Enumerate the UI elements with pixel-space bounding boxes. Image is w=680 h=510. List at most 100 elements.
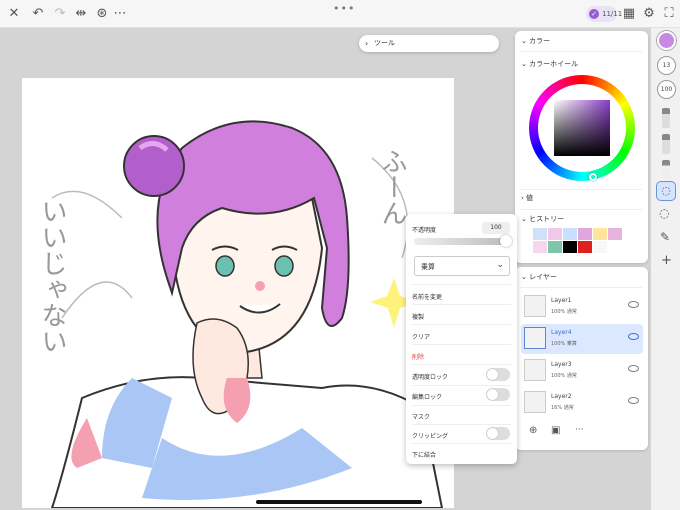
current-color-button[interactable] bbox=[657, 31, 676, 50]
layers-panel-title: レイヤー bbox=[529, 273, 557, 281]
add-folder-icon[interactable]: ▣ bbox=[551, 425, 560, 436]
close-icon[interactable]: ✕ bbox=[6, 6, 22, 22]
eyedropper-icon[interactable]: ✎ bbox=[660, 230, 670, 244]
clear-item[interactable]: クリア bbox=[412, 332, 430, 341]
color-wheel[interactable] bbox=[529, 75, 635, 181]
flip-icon[interactable]: ⇹ bbox=[73, 6, 89, 22]
edit-lock-item: 編集ロック bbox=[412, 394, 443, 401]
eye-icon[interactable] bbox=[628, 397, 639, 404]
merge-down-item[interactable]: 下に結合 bbox=[412, 450, 436, 459]
divider bbox=[412, 364, 511, 365]
filters-icon[interactable]: ⊛ bbox=[94, 6, 110, 22]
marker-tool-icon[interactable] bbox=[662, 134, 670, 154]
top-toolbar: ✕ ↶ ↷ ⇹ ⊛ ⋯ ••• ✓ 11/11 ▦ ⚙ ⛶ bbox=[0, 0, 680, 28]
clipping-toggle[interactable] bbox=[486, 427, 510, 440]
history-swatch[interactable] bbox=[563, 241, 577, 253]
page-badge[interactable]: ✓ 11/11 bbox=[586, 6, 622, 22]
history-swatch[interactable] bbox=[578, 228, 592, 240]
layers-panel: ⌄ レイヤー Layer1 100% 通常 Layer4 100% 乗算 Lay… bbox=[515, 267, 648, 450]
layer-row[interactable]: Layer3 100% 通常 bbox=[521, 356, 643, 386]
chevron-right-icon: › bbox=[365, 39, 369, 48]
layer-row-selected[interactable]: Layer4 100% 乗算 bbox=[521, 324, 643, 354]
eraser-tool-icon[interactable] bbox=[662, 160, 670, 178]
hue-knob[interactable] bbox=[589, 173, 597, 181]
values-title: 値 bbox=[526, 194, 534, 202]
home-indicator bbox=[256, 500, 422, 504]
add-layer-icon[interactable]: ⊕ bbox=[529, 425, 537, 436]
history-swatch[interactable] bbox=[533, 228, 547, 240]
eye-icon[interactable] bbox=[628, 365, 639, 372]
eye-icon[interactable] bbox=[628, 333, 639, 340]
divider bbox=[412, 344, 511, 345]
layers-more-button[interactable]: ··· bbox=[575, 425, 584, 435]
history-swatch[interactable] bbox=[593, 241, 607, 253]
vertical-text-1: ふーん bbox=[377, 148, 407, 226]
lasso-fill-icon[interactable]: ◌ bbox=[656, 181, 676, 201]
layer-name: Layer2 bbox=[551, 393, 572, 400]
drag-handle[interactable]: ••• bbox=[333, 2, 355, 15]
chevron-down-icon: ⌄ bbox=[496, 260, 504, 270]
eye-icon[interactable] bbox=[628, 301, 639, 308]
layers-panel-header[interactable]: ⌄ レイヤー bbox=[521, 272, 557, 282]
values-header[interactable]: › 値 bbox=[521, 193, 533, 203]
layer-meta: 16% 通常 bbox=[551, 405, 574, 411]
duplicate-item[interactable]: 複製 bbox=[412, 312, 424, 321]
clipping-item: クリッピング bbox=[412, 433, 449, 440]
divider bbox=[521, 209, 642, 210]
divider bbox=[412, 324, 511, 325]
history-swatch[interactable] bbox=[533, 241, 547, 253]
opacity-slider-thumb[interactable] bbox=[500, 235, 512, 247]
drawing-canvas[interactable]: ふーん いいじゃない bbox=[22, 78, 454, 508]
color-panel: ⌄ カラー ⌄ カラーホイール › 値 ⌄ ヒストリー bbox=[515, 31, 648, 263]
layer-name: Layer1 bbox=[551, 297, 572, 304]
history-swatch[interactable] bbox=[548, 241, 562, 253]
layer-meta: 100% 乗算 bbox=[551, 341, 577, 347]
alpha-lock-item: 透明度ロック bbox=[412, 374, 449, 381]
opacity-label: 不透明度 bbox=[412, 227, 437, 234]
pen-tool-icon[interactable] bbox=[662, 108, 670, 128]
layer-row[interactable]: Layer1 100% 通常 bbox=[521, 292, 643, 322]
layer-thumbnail bbox=[524, 327, 546, 349]
color-wheel-title: カラーホイール bbox=[529, 60, 579, 68]
mask-item[interactable]: マスク bbox=[412, 412, 430, 421]
history-swatch[interactable] bbox=[563, 228, 577, 240]
brush-size-button[interactable]: 13 bbox=[657, 56, 676, 75]
illustration: ふーん いいじゃない bbox=[37, 120, 444, 508]
delete-item[interactable]: 削除 bbox=[412, 352, 424, 361]
redo-icon[interactable]: ↷ bbox=[52, 6, 68, 22]
color-panel-title: カラー bbox=[529, 37, 551, 45]
fullscreen-icon[interactable]: ⛶ bbox=[661, 6, 677, 22]
blend-mode-select[interactable]: 乗算 ⌄ bbox=[414, 256, 510, 276]
opacity-value-box[interactable]: 100 bbox=[482, 222, 510, 234]
history-header[interactable]: ⌄ ヒストリー bbox=[521, 214, 564, 224]
brush-opacity-button[interactable]: 100 bbox=[657, 80, 676, 99]
history-swatch[interactable] bbox=[608, 228, 622, 240]
check-icon: ✓ bbox=[589, 9, 599, 19]
opacity-slider[interactable] bbox=[414, 235, 512, 247]
page-badge-label: 11/11 bbox=[602, 10, 623, 18]
blend-mode-value: 乗算 bbox=[421, 263, 435, 271]
add-tool-icon[interactable]: + bbox=[661, 253, 672, 268]
history-swatches bbox=[533, 228, 629, 254]
history-swatch[interactable] bbox=[593, 228, 607, 240]
settings-icon[interactable]: ⚙ bbox=[641, 6, 657, 22]
select-icon[interactable]: ▦ bbox=[621, 6, 637, 22]
layer-meta: 100% 通常 bbox=[551, 373, 577, 379]
divider bbox=[521, 51, 642, 52]
divider bbox=[412, 284, 511, 285]
undo-icon[interactable]: ↶ bbox=[30, 6, 46, 22]
more-icon[interactable]: ⋯ bbox=[112, 6, 128, 22]
layer-row[interactable]: Layer2 16% 通常 bbox=[521, 388, 643, 418]
lasso-icon[interactable]: ◌ bbox=[659, 206, 669, 220]
color-wheel-header[interactable]: ⌄ カラーホイール bbox=[521, 59, 578, 69]
divider bbox=[412, 385, 511, 386]
history-swatch[interactable] bbox=[578, 241, 592, 253]
color-square[interactable] bbox=[554, 100, 610, 156]
edit-lock-toggle[interactable] bbox=[486, 388, 510, 401]
tools-panel-header[interactable]: › ツール bbox=[359, 35, 499, 52]
layer-context-menu: 不透明度 100 乗算 ⌄ 名前を変更 複製 クリア 削除 透明度ロック 編集ロ… bbox=[406, 214, 517, 464]
alpha-lock-toggle[interactable] bbox=[486, 368, 510, 381]
color-panel-header[interactable]: ⌄ カラー bbox=[521, 36, 550, 46]
rename-item[interactable]: 名前を変更 bbox=[412, 292, 442, 301]
history-swatch[interactable] bbox=[548, 228, 562, 240]
